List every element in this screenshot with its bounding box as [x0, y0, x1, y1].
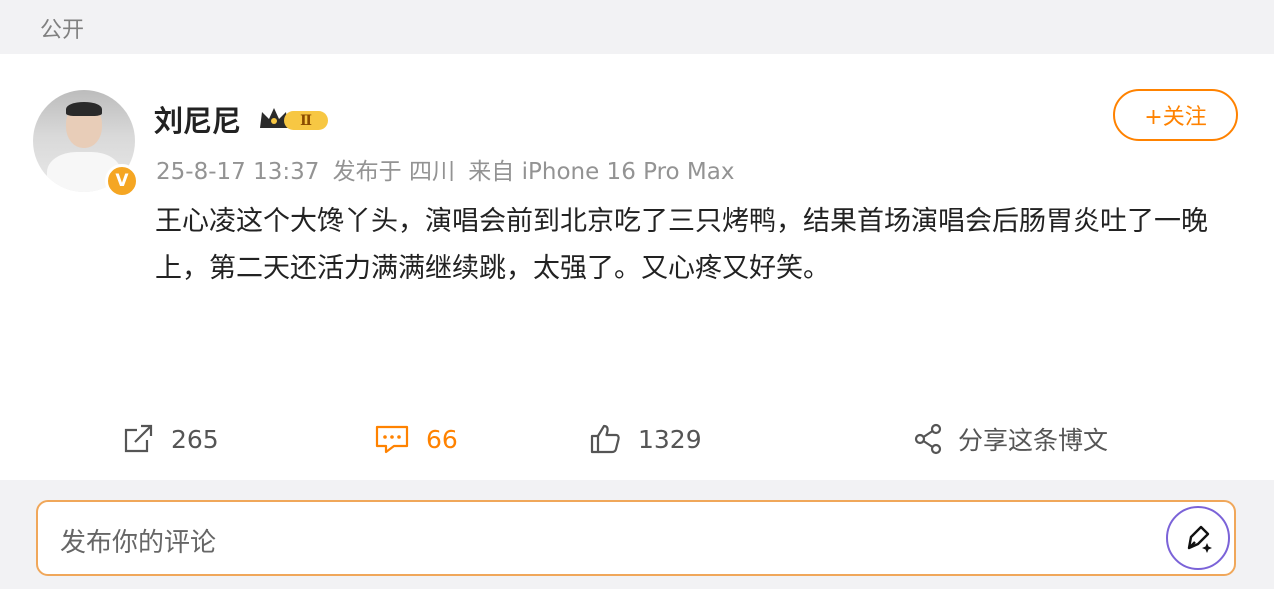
- compose-button[interactable]: [1166, 506, 1230, 570]
- post-location: 发布于 四川: [332, 159, 455, 185]
- author-avatar[interactable]: V: [33, 90, 139, 198]
- comment-input[interactable]: 发布你的评论: [36, 500, 1236, 576]
- repost-count: 265: [171, 424, 219, 454]
- crown-level-badge-icon: Ⅱ: [260, 108, 328, 130]
- post-device: 来自 iPhone 16 Pro Max: [468, 159, 735, 185]
- share-button[interactable]: 分享这条博文: [912, 414, 1108, 464]
- author-name[interactable]: 刘尼尼: [154, 98, 241, 140]
- follow-button[interactable]: +关注: [1113, 89, 1238, 141]
- verified-v-icon: V: [105, 164, 139, 198]
- pen-sparkle-icon: [1187, 525, 1212, 553]
- level-text: Ⅱ: [300, 113, 312, 129]
- post-meta: 25-8-17 13:37 发布于 四川 来自 iPhone 16 Pro Ma…: [156, 152, 740, 186]
- like-button[interactable]: 1329: [588, 414, 702, 464]
- share-icon: [914, 423, 942, 455]
- repost-button[interactable]: 265: [121, 414, 219, 464]
- comment-count: 66: [426, 424, 458, 454]
- comment-button[interactable]: 66: [374, 414, 458, 464]
- post-card: V 刘尼尼 Ⅱ +关注 25-8-17 13:37 发布于 四川 来自 iPho…: [0, 54, 1274, 480]
- action-bar: 265 66 1329 分享这条博文: [0, 414, 1274, 464]
- repost-icon: [124, 424, 153, 453]
- comment-icon: [375, 425, 409, 454]
- comment-placeholder: 发布你的评论: [60, 528, 217, 558]
- like-count: 1329: [638, 424, 702, 454]
- share-label: 分享这条博文: [958, 426, 1109, 455]
- visibility-label: 公开: [40, 18, 85, 43]
- post-content: 王心凌这个大馋丫头，演唱会前到北京吃了三只烤鸭，结果首场演唱会后肠胃炎吐了一晚上…: [155, 206, 1208, 284]
- like-icon: [590, 424, 620, 454]
- post-time: 25-8-17 13:37: [156, 159, 320, 185]
- comment-bar: 发布你的评论: [0, 480, 1274, 589]
- top-bar: 公开: [0, 0, 1274, 52]
